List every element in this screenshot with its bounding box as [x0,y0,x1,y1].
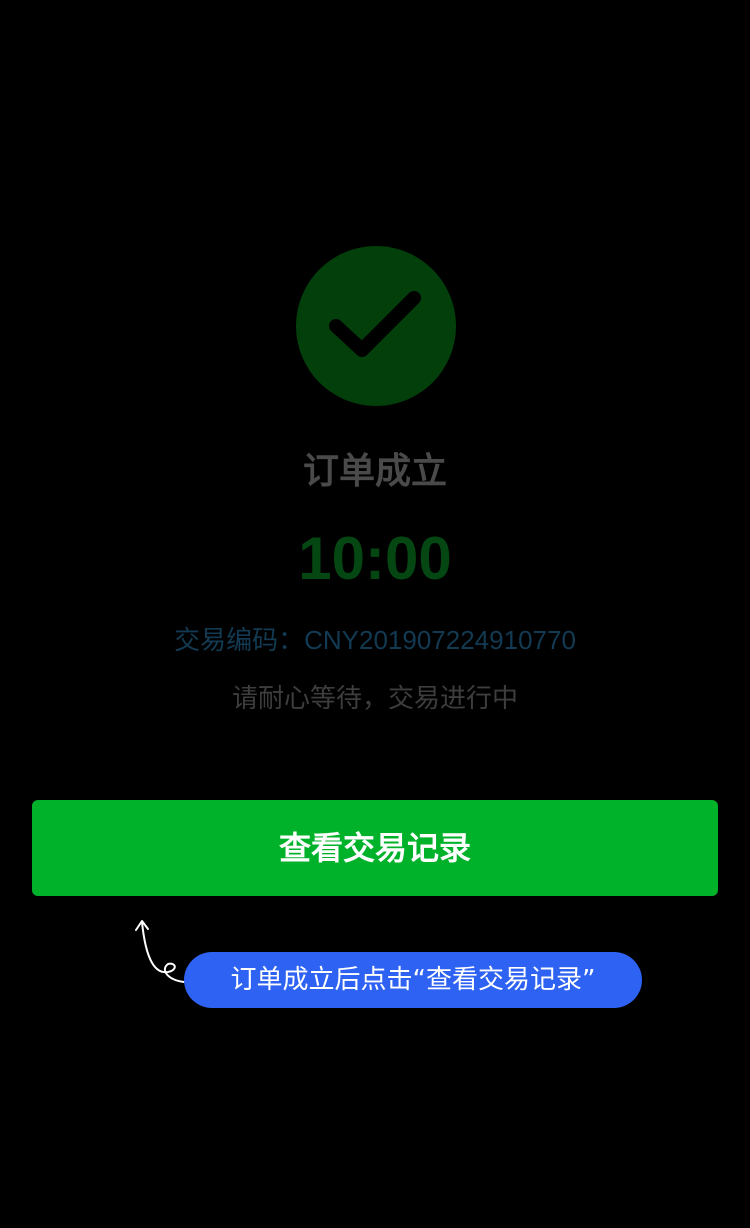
waiting-hint: 请耐心等待，交易进行中 [231,684,518,714]
view-transaction-records-button[interactable]: 查看交易记录 [32,800,718,896]
annotation-callout: 订单成立后点击“查看交易记录” [184,952,642,1008]
transaction-code: 交易编码：CNY201907224910770 [0,622,750,659]
curved-arrow-icon [135,920,185,983]
order-status-title: 订单成立 [302,451,447,492]
transaction-code-label: 交易编码： [174,626,305,656]
success-check-icon [296,246,456,406]
countdown-timer: 10:00 [298,525,452,592]
transaction-code-value: CNY201907224910770 [304,625,576,655]
